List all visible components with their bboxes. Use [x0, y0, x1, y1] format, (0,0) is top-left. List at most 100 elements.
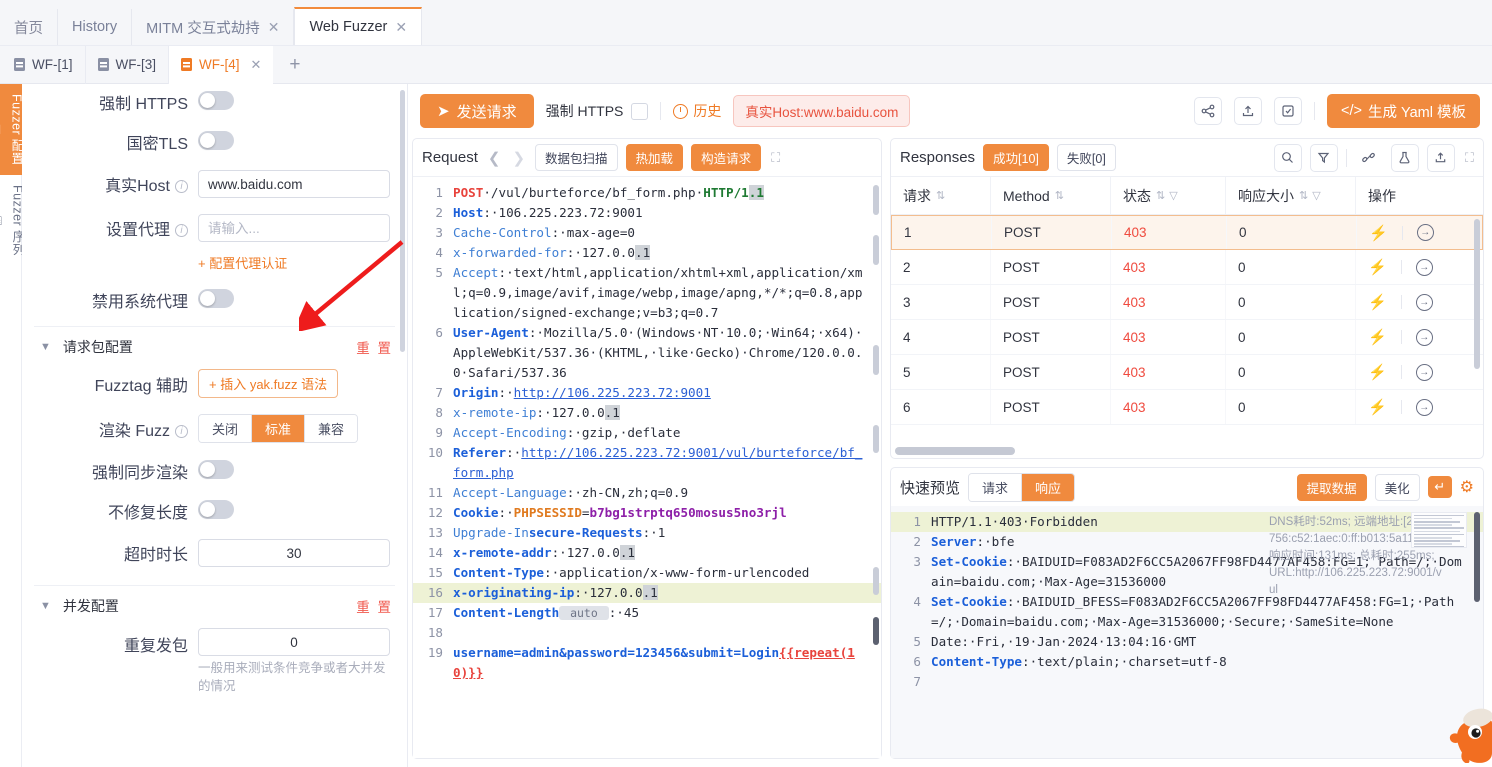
config-scrollbar[interactable]	[400, 90, 405, 352]
arrow-circle-icon[interactable]: →	[1415, 258, 1433, 276]
close-icon[interactable]: ✕	[395, 19, 407, 36]
timeout-input[interactable]	[198, 539, 390, 567]
reset-button[interactable]: 重 置	[356, 596, 393, 616]
close-icon[interactable]: ✕	[268, 19, 280, 36]
force-sync-render-toggle[interactable]	[198, 460, 234, 479]
sort-icon[interactable]: ⇅	[1299, 189, 1308, 202]
quick-preview-body[interactable]: 1 HTTP/1.1·403·Forbidden 2 Server:·bfe 3 Set-…	[891, 506, 1483, 758]
arrow-circle-icon[interactable]: →	[1415, 363, 1433, 381]
editor-scroll-marker[interactable]	[873, 345, 879, 375]
sort-icon[interactable]: ⇅	[1156, 189, 1165, 202]
arrow-circle-icon[interactable]: →	[1416, 224, 1434, 241]
bolt-icon[interactable]: ⚡	[1368, 363, 1387, 381]
info-icon[interactable]: i	[175, 424, 188, 438]
table-row[interactable]: 6 POST 403 0 ⚡ →	[891, 390, 1483, 425]
history-button[interactable]: 历史	[673, 101, 721, 121]
window-tab-home[interactable]: 首页	[0, 9, 58, 45]
editor-minimap[interactable]	[1411, 512, 1467, 548]
column-header-request[interactable]: 请求 ⇅	[891, 177, 991, 214]
hot-reload-button[interactable]: 热加载	[625, 144, 684, 171]
render-fuzz-option-standard[interactable]: 标准	[252, 415, 306, 442]
editor-scroll-marker[interactable]	[873, 567, 879, 595]
column-header-status[interactable]: 状态 ⇅ ▽	[1111, 177, 1226, 214]
sort-icon[interactable]: ⇅	[1055, 189, 1064, 202]
preview-scroll-thumb[interactable]	[1474, 512, 1480, 602]
table-row[interactable]: 3 POST 403 0 ⚡ →	[891, 285, 1483, 320]
filter-icon[interactable]: ▽	[1312, 189, 1320, 202]
info-icon[interactable]: i	[175, 180, 188, 193]
upload-icon[interactable]	[1234, 97, 1262, 125]
chevron-left-icon[interactable]: ❮	[486, 149, 503, 167]
responses-table-body[interactable]: 1 POST 403 0 ⚡ → 2 POST 403 0 ⚡ → 3 POST 403 0 ⚡ → 4 POST 40…	[891, 215, 1483, 458]
gear-icon[interactable]: ⚙	[1460, 477, 1474, 497]
column-header-method[interactable]: Method ⇅	[991, 177, 1111, 214]
preview-tab-response[interactable]: 响应	[1022, 473, 1075, 501]
section-header-concurrency-config[interactable]: ▼ 并发配置 重 置	[22, 596, 407, 616]
beautify-button[interactable]: 美化	[1374, 473, 1420, 501]
real-host-input[interactable]	[198, 170, 390, 198]
close-icon[interactable]: ✕	[251, 57, 262, 73]
build-request-button[interactable]: 构造请求	[691, 144, 762, 171]
expand-icon[interactable]: ⛶	[771, 150, 780, 166]
chevron-right-icon[interactable]: ❯	[510, 149, 527, 167]
chevron-down-icon[interactable]: ▼	[40, 341, 51, 353]
repeat-count-input[interactable]	[198, 628, 390, 656]
flask-icon[interactable]	[1390, 143, 1419, 172]
window-tab-history[interactable]: History	[58, 9, 133, 45]
sub-tab-wf-1[interactable]: WF-[1]	[2, 45, 86, 84]
preview-tab-request[interactable]: 请求	[969, 473, 1023, 501]
editor-scroll-marker[interactable]	[873, 235, 879, 265]
chain-icon[interactable]	[1354, 143, 1383, 172]
table-row[interactable]: 5 POST 403 0 ⚡ →	[891, 355, 1483, 390]
send-request-button[interactable]: ➤ 发送请求	[420, 94, 534, 128]
add-tab-button[interactable]: +	[273, 54, 316, 76]
request-editor[interactable]: 1 POST·/vul/burteforce/bf_form.php·HTTP/1…	[413, 177, 881, 758]
editor-scroll-marker[interactable]	[873, 425, 879, 453]
table-row[interactable]: 1 POST 403 0 ⚡ →	[891, 215, 1483, 250]
filter-icon[interactable]: ▽	[1169, 189, 1177, 202]
bolt-icon[interactable]: ⚡	[1368, 258, 1387, 276]
filter-icon[interactable]	[1309, 143, 1338, 172]
editor-scroll-marker[interactable]	[873, 185, 879, 215]
proxy-input[interactable]	[198, 214, 390, 242]
force-https-checkbox[interactable]	[631, 102, 649, 120]
render-fuzz-option-compat[interactable]: 兼容	[305, 415, 358, 442]
table-row[interactable]: 2 POST 403 0 ⚡ →	[891, 250, 1483, 285]
bolt-icon[interactable]: ⚡	[1369, 224, 1388, 242]
insert-yakfuzz-syntax-button[interactable]: + 插入 yak.fuzz 语法	[198, 369, 339, 398]
bolt-icon[interactable]: ⚡	[1368, 293, 1387, 311]
arrow-circle-icon[interactable]: →	[1415, 398, 1433, 416]
tab-failed[interactable]: 失败[0]	[1056, 144, 1116, 171]
window-tab-web-fuzzer[interactable]: Web Fuzzer ✕	[294, 7, 423, 45]
tab-success[interactable]: 成功[10]	[983, 144, 1049, 171]
section-header-request-config[interactable]: ▼ 请求包配置 重 置	[22, 337, 407, 357]
rail-item-fuzzer-config[interactable]: Fuzzer 配置 ⦀	[0, 84, 23, 176]
upload-icon[interactable]	[1426, 143, 1455, 172]
gm-tls-toggle[interactable]	[198, 131, 234, 150]
rail-item-fuzzer-sequence[interactable]: Fuzzer 序列 ⌸	[0, 175, 24, 266]
sort-icon[interactable]: ⇅	[936, 189, 945, 202]
table-vertical-scrollbar[interactable]	[1474, 219, 1480, 369]
chevron-down-icon[interactable]: ▼	[40, 600, 51, 612]
share-icon[interactable]	[1194, 97, 1222, 125]
real-host-badge[interactable]: 真实Host:www.baidu.com	[733, 95, 911, 127]
window-tab-mitm[interactable]: MITM 交互式劫持 ✕	[132, 9, 295, 45]
packet-scan-button[interactable]: 数据包扫描	[535, 144, 618, 171]
table-horizontal-scrollbar[interactable]	[895, 447, 1015, 455]
sub-tab-wf-3[interactable]: WF-[3]	[86, 45, 169, 84]
extract-data-button[interactable]: 提取数据	[1296, 473, 1367, 501]
wrap-icon[interactable]: ↵	[1427, 476, 1452, 498]
sub-tab-wf-4[interactable]: WF-[4] ✕	[169, 45, 274, 84]
expand-icon[interactable]: ⛶	[1465, 150, 1474, 166]
editor-scroll-thumb[interactable]	[873, 617, 879, 645]
reset-button[interactable]: 重 置	[356, 337, 393, 357]
search-icon[interactable]	[1273, 143, 1302, 172]
bolt-icon[interactable]: ⚡	[1368, 398, 1387, 416]
force-https-toggle[interactable]	[198, 91, 234, 110]
table-row[interactable]: 4 POST 403 0 ⚡ →	[891, 320, 1483, 355]
column-header-size[interactable]: 响应大小 ⇅ ▽	[1226, 177, 1356, 214]
bolt-icon[interactable]: ⚡	[1368, 328, 1387, 346]
no-fix-length-toggle[interactable]	[198, 500, 234, 519]
render-fuzz-option-off[interactable]: 关闭	[199, 415, 253, 442]
edit-icon[interactable]	[1274, 97, 1302, 125]
